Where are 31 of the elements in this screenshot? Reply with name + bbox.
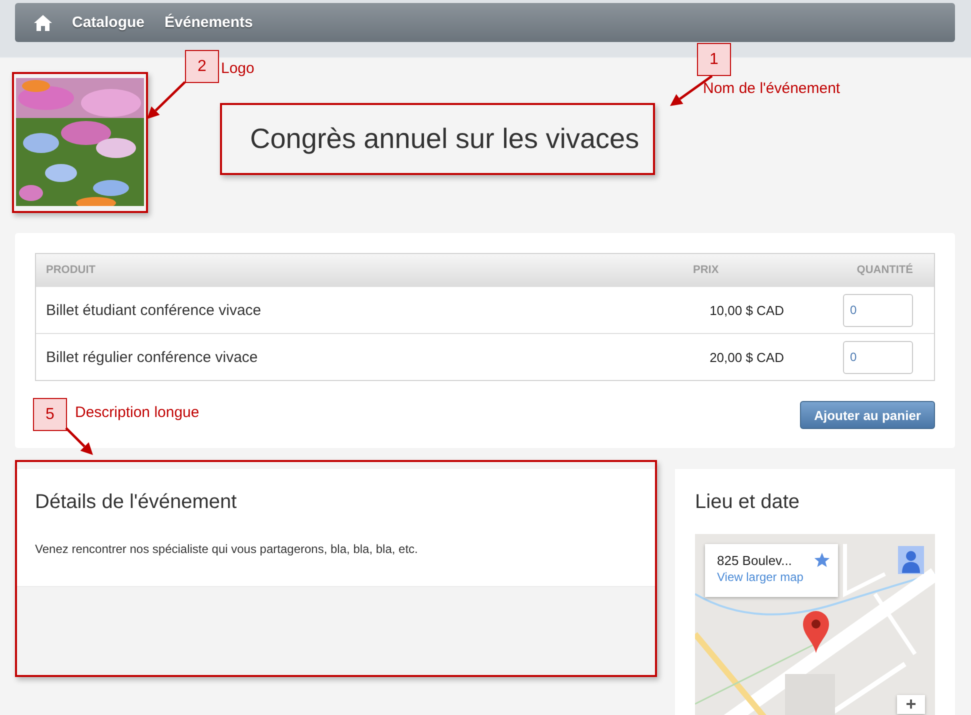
- larger-map-link[interactable]: View larger map: [717, 570, 804, 584]
- callout-number: 2: [185, 50, 219, 83]
- add-to-cart-button[interactable]: Ajouter au panier: [800, 401, 935, 429]
- star-icon[interactable]: [814, 552, 830, 568]
- place-name: 825 Boulev...: [717, 552, 792, 568]
- home-icon[interactable]: [34, 14, 52, 30]
- callout-label: Nom de l'événement: [703, 80, 840, 97]
- quantity-field[interactable]: 0: [843, 340, 913, 374]
- details-heading: Détails de l'événement: [35, 491, 238, 514]
- zoom-in-button[interactable]: +: [897, 695, 925, 714]
- location-heading: Lieu et date: [695, 491, 801, 514]
- event-title: Congrès annuel sur les vivaces: [220, 103, 656, 175]
- ticket-price: 10,00 $ CAD: [708, 302, 784, 318]
- nav-link[interactable]: Catalogue: [72, 14, 145, 31]
- callout-arrow: [65, 427, 93, 455]
- column-header: PRODUIT: [45, 264, 96, 276]
- product-name: Billet régulier conférence vivace: [45, 348, 259, 366]
- column-header: QUANTITÉ: [856, 264, 914, 276]
- product-name: Billet étudiant conférence vivace: [45, 302, 262, 318]
- callout-number: 1: [697, 43, 731, 76]
- details-text: Venez rencontrer nos spécialiste qui vous partagerons, bla, bla, bla, etc.: [35, 542, 419, 556]
- person-icon[interactable]: [898, 546, 924, 574]
- ticket-price: 20,00 $ CAD: [708, 350, 784, 364]
- callout-number: 5: [33, 398, 67, 431]
- quantity-field[interactable]: 0: [843, 294, 913, 326]
- callout-label: Description longue: [75, 404, 200, 421]
- callout-arrow: [147, 81, 186, 119]
- nav-link[interactable]: Événements: [164, 14, 253, 31]
- callout-label: Logo: [221, 60, 254, 77]
- map-pin-icon: [803, 611, 829, 653]
- column-header: PRIX: [692, 264, 720, 276]
